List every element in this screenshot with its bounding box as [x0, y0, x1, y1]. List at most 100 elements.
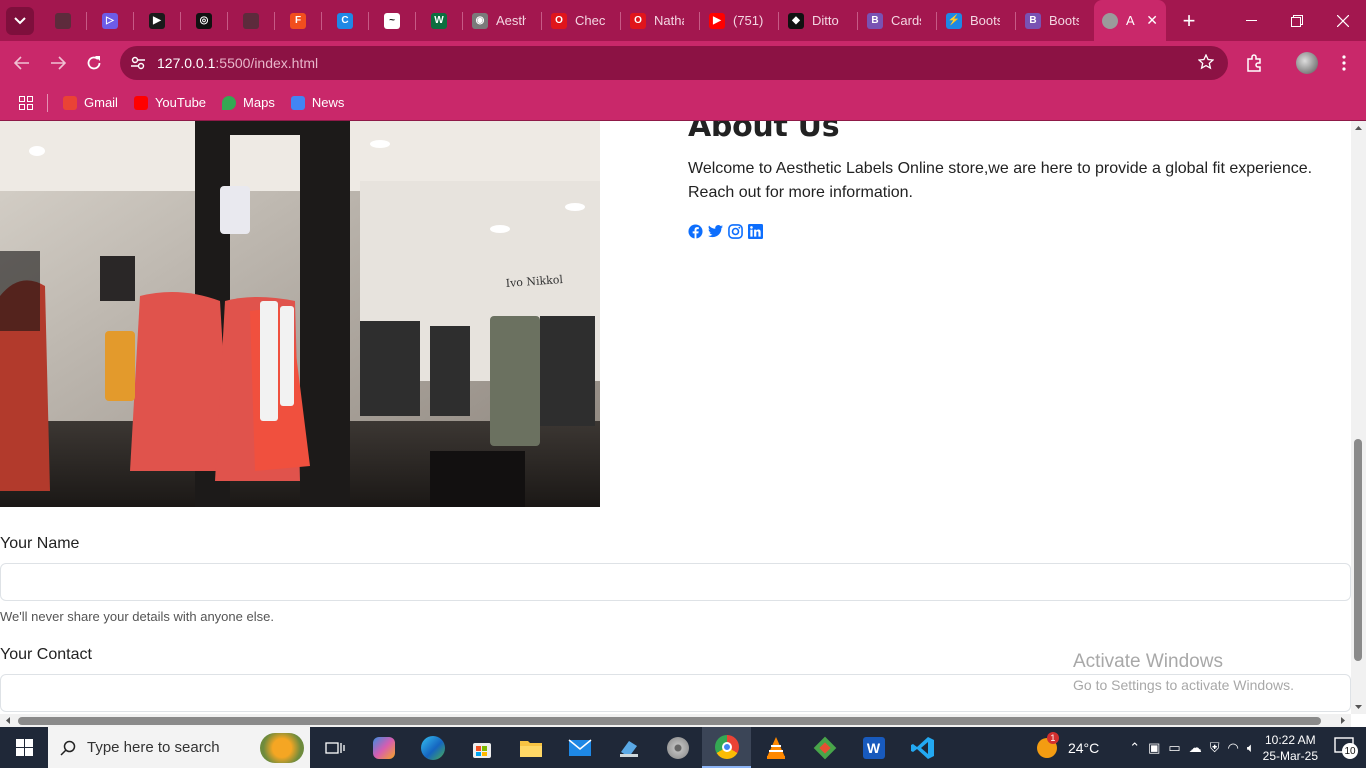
- social-links: [688, 224, 1338, 239]
- back-button[interactable]: [8, 49, 36, 77]
- tab-14[interactable]: B Cards: [858, 0, 936, 41]
- forward-button[interactable]: [44, 49, 72, 77]
- volume-icon[interactable]: 🔈︎: [1247, 740, 1255, 756]
- bookmark-news[interactable]: News: [290, 95, 345, 110]
- chrome-button[interactable]: [702, 727, 751, 768]
- weather-widget[interactable]: 1 24°C: [1036, 731, 1100, 758]
- browser-menu-button[interactable]: [1330, 49, 1358, 77]
- scroll-up-icon[interactable]: [1351, 123, 1366, 133]
- clothing-store-image: Ivo Nikkol: [0, 121, 600, 507]
- scroll-down-icon[interactable]: [1351, 702, 1366, 712]
- bookmark-maps[interactable]: Maps: [222, 95, 275, 110]
- bookmarks-divider: [47, 93, 48, 112]
- chevron-up-icon[interactable]: ⌃: [1129, 740, 1140, 756]
- minimize-button[interactable]: [1228, 0, 1274, 41]
- tab-5[interactable]: F: [275, 0, 321, 41]
- tab-active[interactable]: A ✕: [1094, 0, 1166, 41]
- puzzle-icon: [1247, 54, 1261, 72]
- page-content: Ivo Nikkol About Us Welcome to Aesthetic…: [0, 121, 1366, 714]
- copilot-button[interactable]: [359, 727, 408, 768]
- tab-title: (751): [733, 13, 763, 28]
- chevron-down-icon: [14, 16, 26, 24]
- globe-icon: [1102, 12, 1118, 29]
- tab-favicon-icon: O: [630, 12, 646, 29]
- battery-icon[interactable]: ▭: [1168, 740, 1180, 756]
- start-button[interactable]: [0, 727, 48, 768]
- word-button[interactable]: W: [849, 727, 898, 768]
- weather-temp: 24°C: [1067, 739, 1100, 756]
- tab-favicon-icon: ◆: [788, 12, 804, 29]
- task-view-button[interactable]: [310, 727, 359, 768]
- close-window-button[interactable]: [1320, 0, 1366, 41]
- tab-favicon-icon: B: [1025, 12, 1041, 29]
- restore-icon: [1291, 14, 1303, 27]
- bookmark-star-icon[interactable]: [1197, 53, 1215, 75]
- vertical-scroll-thumb[interactable]: [1354, 439, 1362, 661]
- url-path: :5500/index.html: [215, 55, 319, 71]
- twitter-icon[interactable]: [708, 224, 723, 239]
- meet-now-icon[interactable]: ▣: [1148, 740, 1160, 756]
- tab-title: Ditto: [812, 13, 839, 28]
- vlc-button[interactable]: [751, 727, 800, 768]
- store-button[interactable]: [457, 727, 506, 768]
- vertical-scrollbar[interactable]: [1351, 121, 1366, 714]
- tab-title: Boots: [1049, 13, 1079, 28]
- restore-button[interactable]: [1274, 0, 1320, 41]
- onedrive-icon[interactable]: ☁: [1189, 740, 1202, 756]
- tab-13[interactable]: ◆ Ditto: [779, 0, 857, 41]
- system-tray: 1 24°C ⌃ ▣ ▭ ☁ ⛨ ◠ 🔈︎ 10:22 AM 25-Mar-25…: [1036, 727, 1366, 768]
- tab-15[interactable]: ⚡ Boots: [937, 0, 1015, 41]
- close-tab-icon[interactable]: ✕: [1146, 12, 1158, 29]
- tab-4[interactable]: [228, 0, 274, 41]
- wifi-icon[interactable]: ◠: [1227, 740, 1238, 756]
- linkedin-icon[interactable]: [748, 224, 763, 239]
- tab-6[interactable]: C: [322, 0, 368, 41]
- scroll-left-icon[interactable]: [3, 714, 13, 727]
- copilot-icon: [372, 736, 395, 759]
- news-icon: [290, 95, 305, 110]
- tab-1[interactable]: ▷: [87, 0, 133, 41]
- edge-icon: [420, 735, 445, 760]
- profile-avatar[interactable]: [1293, 49, 1321, 77]
- tab-3[interactable]: ◎: [181, 0, 227, 41]
- tab-10[interactable]: O Check: [542, 0, 620, 41]
- extensions-button[interactable]: [1240, 49, 1268, 77]
- mail-button[interactable]: [555, 727, 604, 768]
- bookmark-youtube[interactable]: YouTube: [133, 95, 206, 110]
- file-explorer-button[interactable]: [506, 727, 555, 768]
- name-input[interactable]: [0, 563, 1351, 601]
- git-button[interactable]: [800, 727, 849, 768]
- facebook-icon[interactable]: [688, 224, 703, 239]
- new-tab-button[interactable]: +: [1174, 6, 1204, 36]
- app-button[interactable]: [604, 727, 653, 768]
- mail-icon: [568, 738, 591, 756]
- tab-0[interactable]: [40, 0, 86, 41]
- tab-search-button[interactable]: [6, 6, 34, 35]
- tab-16[interactable]: B Boots: [1016, 0, 1094, 41]
- site-info-icon[interactable]: [130, 55, 146, 76]
- notifications-button[interactable]: 10: [1334, 737, 1358, 759]
- address-bar[interactable]: 127.0.0.1:5500/index.html: [120, 46, 1228, 80]
- media-button[interactable]: [653, 727, 702, 768]
- tab-12[interactable]: ▶ (751): [700, 0, 778, 41]
- windows-taskbar: Type here to search W 1 24°C ⌃ ▣ ▭ ☁ ⛨ ◠…: [0, 727, 1366, 768]
- horizontal-scroll-thumb[interactable]: [18, 717, 1321, 725]
- vscode-button[interactable]: [898, 727, 947, 768]
- reload-button[interactable]: [80, 49, 108, 77]
- instagram-icon[interactable]: [728, 224, 743, 239]
- security-icon[interactable]: ⛨: [1210, 740, 1220, 756]
- apps-icon[interactable]: [19, 95, 33, 110]
- scroll-right-icon[interactable]: [1338, 714, 1348, 727]
- tab-9[interactable]: ◉ Aesth: [463, 0, 541, 41]
- tab-8[interactable]: W: [416, 0, 462, 41]
- taskbar-search[interactable]: Type here to search: [48, 727, 310, 768]
- edge-button[interactable]: [408, 727, 457, 768]
- tab-7[interactable]: ~: [369, 0, 415, 41]
- tab-2[interactable]: ▶: [134, 0, 180, 41]
- tab-favicon-icon: ◉: [472, 12, 488, 29]
- bookmark-label: News: [311, 95, 345, 110]
- tab-11[interactable]: O Natha: [621, 0, 699, 41]
- horizontal-scrollbar[interactable]: [0, 714, 1351, 727]
- clock[interactable]: 10:22 AM 25-Mar-25: [1263, 732, 1318, 764]
- bookmark-gmail[interactable]: Gmail: [63, 95, 118, 110]
